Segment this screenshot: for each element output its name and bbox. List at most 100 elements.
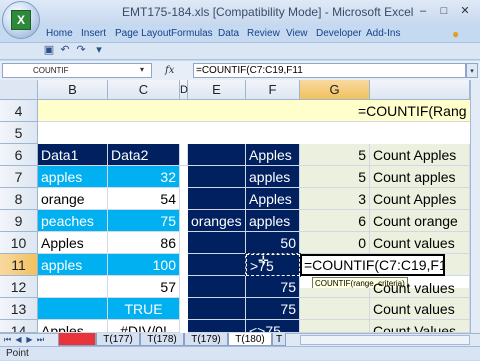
cell-c7[interactable]: 32 [108, 166, 180, 188]
row-header-5[interactable]: 5 [0, 122, 38, 144]
help-icon[interactable]: ● [452, 26, 459, 42]
row-header-8[interactable]: 8 [0, 188, 38, 210]
cell-f11[interactable]: >75 [245, 253, 301, 277]
cell-f7[interactable]: apples [246, 166, 300, 188]
minimize-button[interactable]: – [413, 3, 433, 19]
cell-g4[interactable]: =COUNTIF(Rang [300, 100, 470, 122]
row-header-14[interactable]: 14 [0, 320, 38, 333]
column-header-b[interactable]: B [38, 80, 108, 100]
tab-developer[interactable]: Developer [316, 26, 362, 42]
first-sheet-icon[interactable]: ⏮ [2, 334, 13, 345]
cell-e11[interactable] [188, 254, 246, 276]
row-header-6[interactable]: 6 [0, 144, 38, 166]
formula-bar-expand-icon[interactable]: ▾ [466, 63, 478, 78]
cell-b13[interactable] [38, 298, 108, 320]
cell-c6[interactable]: Data2 [108, 144, 180, 166]
prev-sheet-icon[interactable]: ◀ [13, 334, 24, 345]
cell-d6[interactable] [180, 144, 188, 166]
cell-e14[interactable] [188, 320, 246, 333]
cell-e10[interactable] [188, 232, 246, 254]
cell-h7[interactable]: Count apples [370, 166, 470, 188]
cell-e13[interactable] [188, 298, 246, 320]
cell-h13[interactable]: Count values [370, 298, 470, 320]
cell-f8[interactable]: Apples [246, 188, 300, 210]
cell-g9[interactable]: 6 [300, 210, 370, 232]
cell-g8[interactable]: 3 [300, 188, 370, 210]
column-header-g[interactable]: G [300, 80, 370, 100]
sheet-tab-t[interactable]: T [272, 333, 286, 346]
cell-g7[interactable]: 5 [300, 166, 370, 188]
column-header-e[interactable]: E [188, 80, 246, 100]
cell-f9[interactable]: apples [246, 210, 300, 232]
name-box[interactable]: COUNTIF [2, 63, 152, 78]
tab-add-ins[interactable]: Add-Ins [366, 26, 400, 42]
cell-h12[interactable]: Count values [370, 276, 470, 298]
cell-b12[interactable] [38, 276, 108, 298]
cell-c12[interactable]: 57 [108, 276, 180, 298]
tab-formulas[interactable]: Formulas [171, 26, 213, 42]
sheet-tab-t177[interactable]: T(177) [96, 333, 140, 346]
cell-e9[interactable]: oranges [188, 210, 246, 232]
cell-f10[interactable]: 50 [246, 232, 300, 254]
tab-data[interactable]: Data [218, 26, 239, 42]
next-sheet-icon[interactable]: ▶ [24, 334, 35, 345]
cell-h10[interactable]: Count values [370, 232, 470, 254]
row-header-12[interactable]: 12 [0, 276, 38, 298]
cell-c11[interactable]: 100 [108, 254, 180, 276]
cell-g11-editor[interactable]: =COUNTIF(C7:C19,F11 [300, 254, 445, 276]
maximize-button[interactable]: □ [434, 3, 454, 19]
cell-e8[interactable] [188, 188, 246, 210]
sheet-tab-t180[interactable]: T(180) [228, 333, 272, 346]
cell-c9[interactable]: 75 [108, 210, 180, 232]
close-button[interactable]: ✕ [455, 3, 475, 19]
cell-e7[interactable] [188, 166, 246, 188]
cell-h9[interactable]: Count orange [370, 210, 470, 232]
row-header-9[interactable]: 9 [0, 210, 38, 232]
cell-b7[interactable]: apples [38, 166, 108, 188]
name-box-dropdown-icon[interactable]: ▾ [140, 64, 150, 76]
cell-b8[interactable]: orange [38, 188, 108, 210]
cell-g14[interactable] [300, 320, 370, 333]
sheet-tab-t178[interactable]: T(178) [140, 333, 184, 346]
cell-h11[interactable] [445, 254, 470, 276]
cell-h6[interactable]: Count Apples [370, 144, 470, 166]
cell-c10[interactable]: 86 [108, 232, 180, 254]
tab-review[interactable]: Review [247, 26, 280, 42]
cell-b6[interactable]: Data1 [38, 144, 108, 166]
column-header-f[interactable]: F [246, 80, 300, 100]
cell-g6[interactable]: 5 [300, 144, 370, 166]
office-button[interactable]: X [2, 1, 40, 39]
save-icon[interactable]: ▣ [42, 43, 56, 57]
row-header-10[interactable]: 10 [0, 232, 38, 254]
tab-home[interactable]: Home [46, 26, 73, 42]
cell-e6[interactable] [188, 144, 246, 166]
column-header-c[interactable]: C [108, 80, 180, 100]
cell-g13[interactable] [300, 298, 370, 320]
cell-f12[interactable]: 75 [246, 276, 300, 298]
horizontal-scrollbar[interactable] [300, 335, 470, 345]
cell-b11[interactable]: apples [38, 254, 108, 276]
column-header-h[interactable] [370, 80, 470, 100]
cell-h8[interactable]: Count Apples [370, 188, 470, 210]
cell-f13[interactable]: 75 [246, 298, 300, 320]
row-header-13[interactable]: 13 [0, 298, 38, 320]
tab-insert[interactable]: Insert [81, 26, 106, 42]
insert-function-button[interactable]: fx [165, 63, 193, 78]
row-header-4[interactable]: 4 [0, 100, 38, 122]
row-header-11[interactable]: 11 [0, 254, 38, 276]
tab-page-layout[interactable]: Page Layout [115, 26, 171, 42]
cell-b10[interactable]: Apples [38, 232, 108, 254]
cell-c14[interactable]: #DIV/0! [108, 320, 180, 333]
vertical-scrollbar[interactable] [470, 80, 480, 348]
cell-b14[interactable]: Apples [38, 320, 108, 333]
column-header-d[interactable]: D [180, 80, 188, 100]
last-sheet-icon[interactable]: ⏭ [35, 334, 46, 345]
cell-g12[interactable] [300, 288, 370, 298]
cell-c8[interactable]: 54 [108, 188, 180, 210]
formula-input[interactable]: =COUNTIF(C7:C19,F11 [193, 63, 466, 78]
cell-c13[interactable]: TRUE [108, 298, 180, 320]
cell-b9[interactable]: peaches [38, 210, 108, 232]
row-header-7[interactable]: 7 [0, 166, 38, 188]
cell-e12[interactable] [188, 276, 246, 298]
sheet-tab-red[interactable] [58, 333, 96, 346]
